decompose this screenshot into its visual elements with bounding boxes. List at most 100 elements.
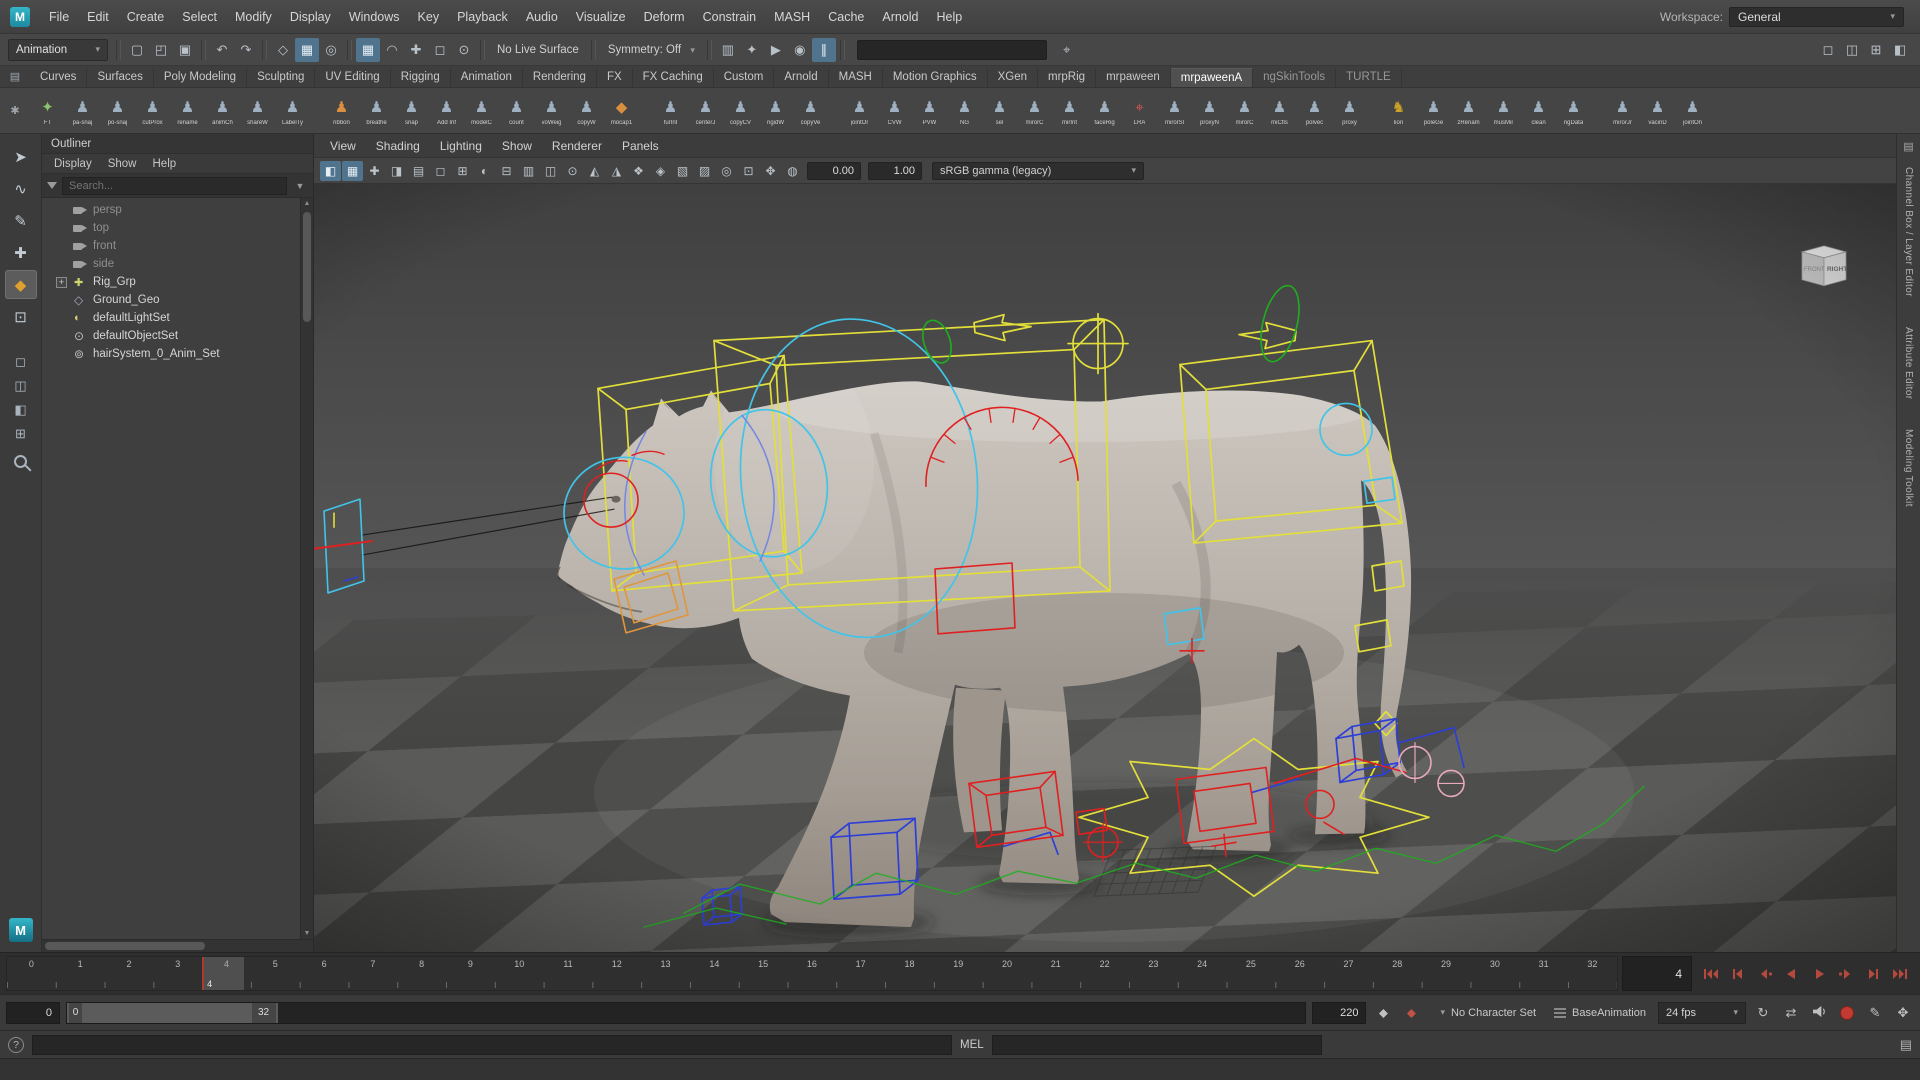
character-key-icon[interactable]: ⬥ xyxy=(1400,1005,1422,1021)
shelf-tab[interactable]: Motion Graphics xyxy=(883,68,988,87)
shelf-tab[interactable]: mrpRig xyxy=(1038,68,1096,87)
menu-item[interactable]: Edit xyxy=(78,7,118,27)
shelf-button[interactable]: ♟ faceRig xyxy=(1087,95,1122,126)
statusline-icon[interactable]: ✚ xyxy=(404,38,428,62)
frame-label[interactable]: 1 xyxy=(56,959,105,969)
step-forward-frame-button[interactable] xyxy=(1860,956,1885,991)
shelf-button[interactable]: ♟ clean xyxy=(1521,95,1556,126)
shelf-button[interactable]: ♟ zRenam xyxy=(1451,95,1486,126)
sidebar-toggle-icon[interactable]: ▤ xyxy=(1903,140,1913,153)
frame-label[interactable]: 2 xyxy=(105,959,154,969)
frame-label[interactable]: 21 xyxy=(1031,959,1080,969)
script-editor-icon[interactable]: ▤ xyxy=(1900,1037,1912,1053)
exposure-field[interactable]: 0.00 xyxy=(807,162,861,180)
viewport-toolbar-icon[interactable]: ⊟ xyxy=(496,161,517,181)
outliner-item[interactable]: + top xyxy=(42,219,300,237)
shelf-tab[interactable]: mrpaween xyxy=(1096,68,1171,87)
statusline-icon[interactable]: ◻ xyxy=(428,38,452,62)
outliner-menu-item[interactable]: Help xyxy=(145,158,185,170)
menu-item[interactable]: MASH xyxy=(765,7,819,27)
shelf-button[interactable]: ♟ po-snaj xyxy=(100,95,135,126)
menu-item[interactable]: Cache xyxy=(819,7,873,27)
step-forward-key-button[interactable] xyxy=(1833,956,1858,991)
toolbox-tool[interactable]: ➤ xyxy=(5,142,37,171)
scrollbar-thumb[interactable] xyxy=(45,942,205,950)
outliner-menu-item[interactable]: Display xyxy=(46,158,100,170)
set-key-icon[interactable]: ⬥ xyxy=(1372,1005,1394,1021)
statusline-icon[interactable] xyxy=(840,40,845,60)
shelf-tab[interactable]: Sculpting xyxy=(247,68,315,87)
viewport-toolbar-icon[interactable]: ◫ xyxy=(540,161,561,181)
statusline-icon[interactable]: ↶ xyxy=(210,38,234,62)
frame-label[interactable]: 25 xyxy=(1227,959,1276,969)
statusline-icon[interactable]: ⊙ xyxy=(452,38,476,62)
shelf-button[interactable]: ♟ copyCV xyxy=(723,95,758,126)
gamma-field[interactable]: 1.00 xyxy=(868,162,922,180)
viewport-toolbar-icon[interactable]: ◐ xyxy=(474,161,495,181)
character-set-dropdown[interactable]: ▾ No Character Set xyxy=(1428,1007,1542,1019)
outliner-item[interactable]: + front xyxy=(42,237,300,255)
statusline-icon[interactable] xyxy=(347,40,352,60)
sidebar-tab[interactable]: Channel Box / Layer Editor xyxy=(1903,167,1914,297)
symmetry-dropdown[interactable]: Symmetry: Off ▾ xyxy=(600,44,703,56)
statusline-icon[interactable]: ▢ xyxy=(125,38,149,62)
sidebar-tab[interactable]: Modeling Toolkit xyxy=(1903,429,1914,507)
shelf-button[interactable]: ♟ breathe xyxy=(359,95,394,126)
statusline-icon[interactable]: ◰ xyxy=(149,38,173,62)
outliner-item[interactable]: + Rig_Grp xyxy=(42,273,300,291)
sidebar-tab[interactable]: Attribute Editor xyxy=(1903,327,1914,400)
no-live-surface-label[interactable]: No Live Surface xyxy=(489,44,587,56)
frame-label[interactable]: 11 xyxy=(544,959,593,969)
outliner-menu-item[interactable]: Show xyxy=(100,158,145,170)
menu-item[interactable]: File xyxy=(40,7,78,27)
shelf-tab[interactable]: TURTLE xyxy=(1336,68,1402,87)
statusline-icon[interactable]: ◠ xyxy=(380,38,404,62)
viewport-menu-item[interactable]: Renderer xyxy=(542,139,612,153)
viewport-toolbar-icon[interactable]: ✚ xyxy=(364,161,385,181)
outliner-item[interactable]: + side xyxy=(42,255,300,273)
statusline-icon[interactable]: ↷ xyxy=(234,38,258,62)
auto-key-button[interactable] xyxy=(1840,1006,1854,1020)
outliner-item[interactable]: + defaultLightSet xyxy=(42,309,300,327)
menu-item[interactable]: Select xyxy=(173,7,226,27)
timeline-track[interactable]: 0123456789101112131415161718192021222324… xyxy=(6,956,1618,991)
command-result-field[interactable] xyxy=(992,1035,1322,1055)
menu-item[interactable]: Windows xyxy=(340,7,409,27)
panel-layout-icon[interactable]: ⊞ xyxy=(1864,38,1888,62)
workspace-dropdown[interactable]: General ▾ xyxy=(1729,7,1904,27)
shelf-tab[interactable]: FX Caching xyxy=(633,68,714,87)
frame-label[interactable]: 19 xyxy=(934,959,983,969)
command-input[interactable] xyxy=(32,1035,952,1055)
shelf-button[interactable]: ♟ mirorSl xyxy=(1157,95,1192,126)
shelf-button[interactable]: ♟ mirInt xyxy=(1052,95,1087,126)
frame-label[interactable]: 5 xyxy=(251,959,300,969)
statusline-icon[interactable]: ▥ xyxy=(716,38,740,62)
shelf-button[interactable]: ♟ copyVe xyxy=(793,95,828,126)
current-frame-marker[interactable]: 4 xyxy=(202,957,243,990)
viewport-toolbar-icon[interactable]: ⊡ xyxy=(738,161,759,181)
anim-layer-dropdown[interactable]: BaseAnimation xyxy=(1548,1007,1652,1019)
shelf-tab[interactable]: Curves xyxy=(30,68,87,87)
statusline-icon[interactable]: ◉ xyxy=(788,38,812,62)
frame-label[interactable]: 28 xyxy=(1373,959,1422,969)
viewport-canvas[interactable]: FRONT RIGHT xyxy=(314,184,1896,952)
play-backwards-button[interactable] xyxy=(1779,956,1804,991)
toolbox-tool[interactable]: ⊡ xyxy=(5,302,37,331)
layout-shortcut-button[interactable]: ⊞ xyxy=(8,423,34,444)
statusline-icon[interactable] xyxy=(480,40,485,60)
statusline-icon[interactable]: ▣ xyxy=(173,38,197,62)
outliner-item[interactable]: + hairSystem_0_Anim_Set xyxy=(42,345,300,363)
range-slider[interactable]: 0 32 xyxy=(66,1002,1306,1024)
statusline-icon[interactable]: ◇ xyxy=(271,38,295,62)
scroll-down-icon[interactable]: ▼ xyxy=(301,930,313,937)
statusline-icon[interactable] xyxy=(262,40,267,60)
help-icon[interactable]: ? xyxy=(8,1037,24,1053)
frame-label[interactable]: 30 xyxy=(1470,959,1519,969)
playback-range[interactable]: 0 32 xyxy=(67,1003,278,1023)
search-icon[interactable]: ⌖ xyxy=(1055,38,1079,62)
menu-item[interactable]: Key xyxy=(409,7,449,27)
viewport-toolbar-icon[interactable]: ⊙ xyxy=(562,161,583,181)
shelf-button[interactable]: ♟ centerJ xyxy=(688,95,723,126)
viewport-toolbar-icon[interactable]: ◻ xyxy=(430,161,451,181)
viewport-toolbar-icon[interactable]: ✥ xyxy=(760,161,781,181)
